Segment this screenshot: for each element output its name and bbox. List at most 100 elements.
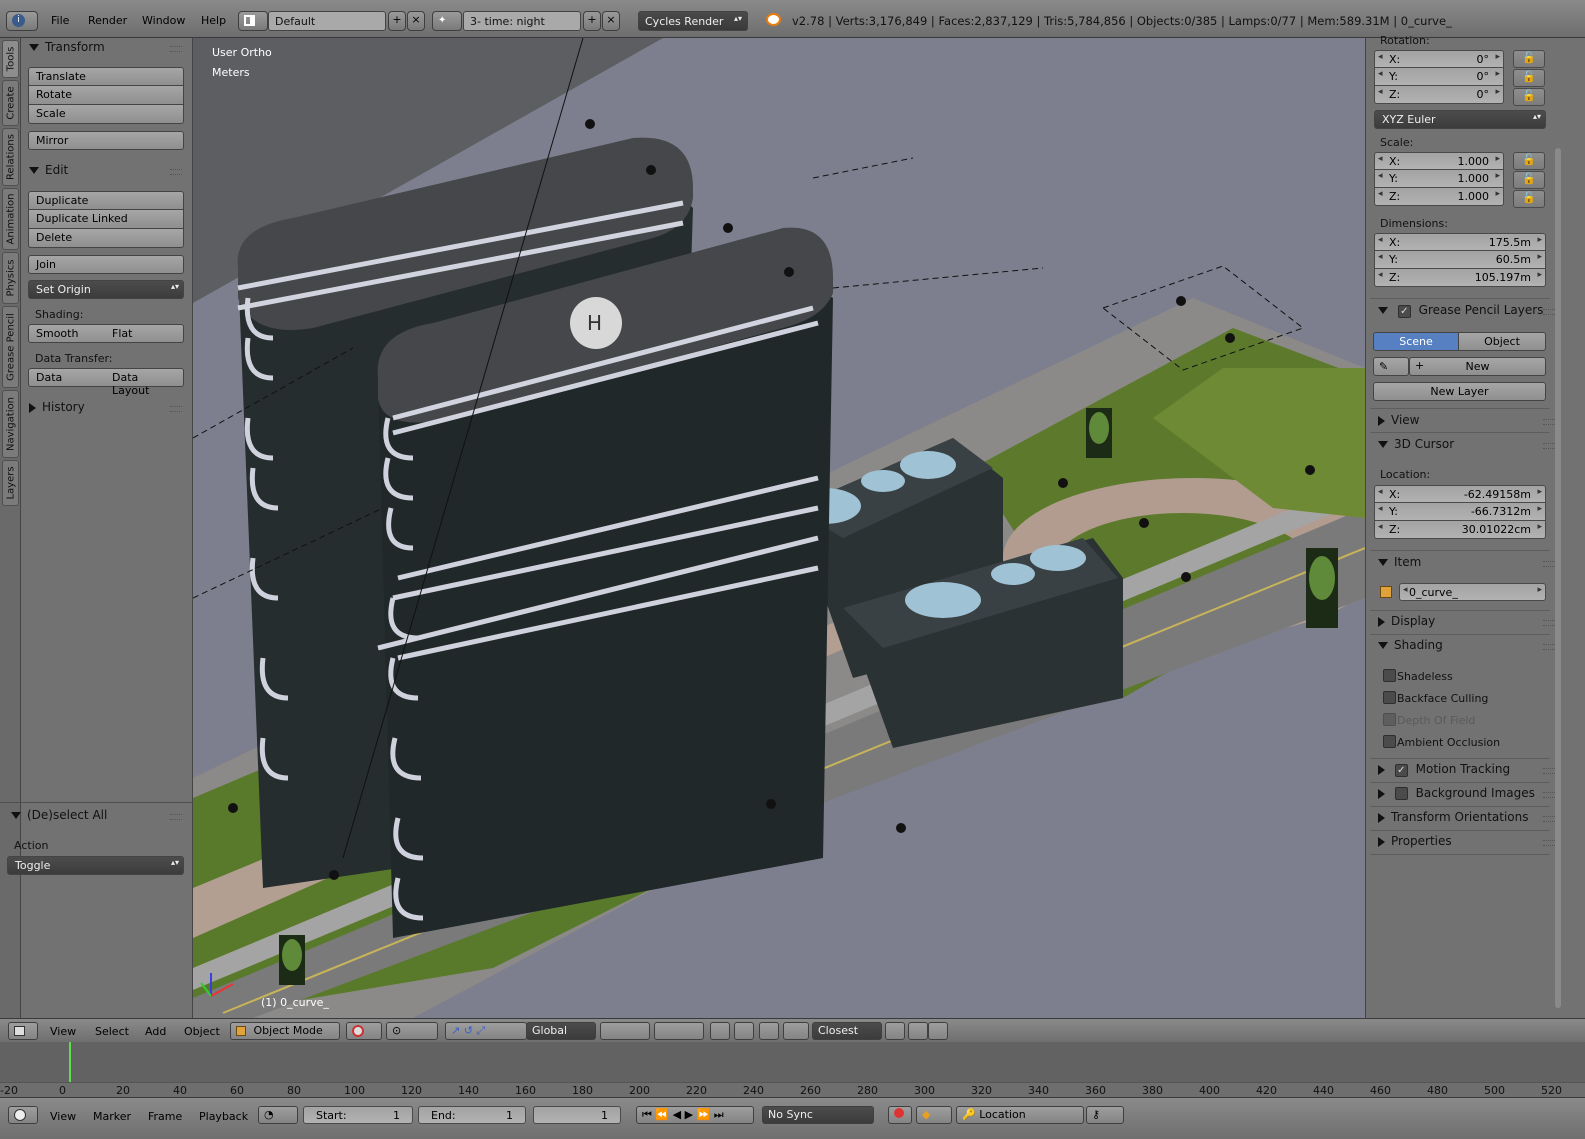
drag-grip-icon[interactable] [1543,768,1555,774]
scale-x-field[interactable]: X: 1.000 [1374,152,1504,170]
panel-item-header[interactable]: Item [1378,555,1421,569]
rotation-x-field[interactable]: X: 0° [1374,50,1504,68]
gp-browse-button[interactable]: ✎ [1373,357,1409,376]
drag-grip-icon[interactable] [170,406,182,412]
join-button[interactable]: Join [28,255,184,274]
editor-type-button[interactable]: i [6,11,38,31]
drag-grip-icon[interactable] [1543,443,1555,449]
menu-window[interactable]: Window [142,14,185,27]
shade-flat-button[interactable]: Flat [105,324,184,343]
render-engine-select[interactable]: Cycles Render ▴▾ [638,11,748,31]
cursor-z-field[interactable]: Z: 30.01022cm [1374,521,1546,539]
frame-ruler[interactable]: -20 0 20 40 60 80 100 120 140 160 180 200 220 240 260 2… [0,1082,1585,1097]
data-layout-button[interactable]: Data Layout [105,368,184,397]
action-select[interactable]: Toggle ▴▾ [7,856,184,875]
panel-motion-tracking-header[interactable]: ✓ Motion Tracking [1378,762,1510,777]
rotation-z-field[interactable]: Z: 0° [1374,86,1504,104]
panel-grease-pencil-header[interactable]: ✓ Grease Pencil Layers [1378,303,1543,318]
tab-animation[interactable]: Animation [2,188,19,250]
checkbox-icon[interactable] [1394,787,1408,800]
depth-of-field-checkbox[interactable] [1383,713,1396,726]
gp-new-button[interactable]: + New [1409,357,1546,376]
tab-relations[interactable]: Relations [2,128,19,186]
menu-file[interactable]: File [51,14,69,27]
panel-3d-cursor-header[interactable]: 3D Cursor [1378,437,1454,451]
panel-transform-orientations-header[interactable]: Transform Orientations [1378,810,1529,824]
layers-grid-1[interactable] [600,1022,650,1040]
new-layer-button[interactable]: New Layer [1373,382,1546,401]
menu-view[interactable]: View [50,1025,76,1038]
sync-mode-select[interactable]: No Sync [762,1106,874,1124]
ambient-occlusion-checkbox[interactable] [1383,735,1396,748]
tab-create[interactable]: Create [2,80,19,126]
panel-properties-header[interactable]: Properties [1378,834,1452,848]
duplicate-linked-button[interactable]: Duplicate Linked [28,210,184,229]
drag-grip-icon[interactable] [170,46,182,52]
delete-button[interactable]: Delete [28,229,184,248]
shade-smooth-button[interactable]: Smooth [28,324,106,343]
pivot-select[interactable]: ⊙ [386,1022,438,1040]
menu-help[interactable]: Help [201,14,226,27]
lock-icon[interactable]: 🔓 [1513,50,1545,68]
properties-scrollbar[interactable] [1555,148,1561,1008]
scene-render[interactable]: H [193,38,1365,1018]
tab-layers[interactable]: Layers [2,460,19,506]
current-frame-field[interactable]: 1 [533,1106,621,1124]
duplicate-button[interactable]: Duplicate [28,191,184,210]
delete-layout-button[interactable]: × [407,11,425,31]
backface-culling-checkbox[interactable] [1383,691,1396,704]
viewport-shading-select[interactable] [346,1022,382,1040]
drag-grip-icon[interactable] [1543,816,1555,822]
menu-view[interactable]: View [50,1110,76,1123]
tab-navigation[interactable]: Navigation [2,390,19,458]
translate-button[interactable]: Translate [28,67,184,86]
snap-element-icon[interactable] [783,1022,809,1040]
drag-grip-icon[interactable] [1543,309,1555,315]
set-origin-select[interactable]: Set Origin ▴▾ [28,280,184,299]
scale-z-field[interactable]: Z: 1.000 [1374,188,1504,206]
menu-frame[interactable]: Frame [148,1110,182,1123]
proportional-edit-icon[interactable] [734,1022,754,1040]
cursor-y-field[interactable]: Y: -66.7312m [1374,503,1546,521]
checkbox-checked-icon[interactable]: ✓ [1394,764,1408,777]
menu-add[interactable]: Add [145,1025,166,1038]
drag-grip-icon[interactable] [1543,840,1555,846]
layers-grid-2[interactable] [654,1022,704,1040]
operator-panel-header[interactable]: (De)select All [11,808,107,822]
start-frame-field[interactable]: Start: 1 [303,1106,413,1124]
lock-icon[interactable]: 🔓 [1513,171,1545,189]
rotation-mode-select[interactable]: XYZ Euler ▴▾ [1374,110,1546,129]
menu-select[interactable]: Select [95,1025,129,1038]
insert-keyframe-button[interactable]: ⚷ [1086,1106,1124,1124]
layout-browse-button[interactable] [238,11,268,31]
layout-name-field[interactable]: Default [268,11,386,31]
lock-icon[interactable]: 🔓 [1513,88,1545,106]
drag-grip-icon[interactable] [1543,644,1555,650]
editor-type-button[interactable] [8,1022,38,1040]
drag-grip-icon[interactable] [1543,792,1555,798]
render-image-icon[interactable] [908,1022,928,1040]
dimension-z-field[interactable]: Z: 105.197m [1374,269,1546,287]
render-animation-icon[interactable] [928,1022,948,1040]
panel-shading-header[interactable]: Shading [1378,638,1443,652]
timeline-area[interactable]: -20 0 20 40 60 80 100 120 140 160 180 200 220 240 260 2… [0,1042,1585,1097]
panel-view-header[interactable]: View [1378,413,1419,427]
tab-grease-pencil[interactable]: Grease Pencil [2,306,19,388]
dimension-x-field[interactable]: X: 175.5m [1374,233,1546,251]
lock-layers-icon[interactable] [710,1022,730,1040]
lock-icon[interactable]: 🔓 [1513,69,1545,87]
scene-name-field[interactable]: 3- time: night [463,11,581,31]
drag-grip-icon[interactable] [1543,620,1555,626]
scale-y-field[interactable]: Y: 1.000 [1374,170,1504,188]
data-transfer-button[interactable]: Data [28,368,106,387]
cursor-x-field[interactable]: X: -62.49158m [1374,485,1546,503]
lock-icon[interactable]: 🔓 [1513,152,1545,170]
drag-grip-icon[interactable] [1543,561,1555,567]
manipulator-toggles[interactable]: ↗ ↺ ⤢ [445,1022,527,1040]
tab-tools[interactable]: Tools [2,40,19,78]
menu-render[interactable]: Render [88,14,127,27]
tab-physics[interactable]: Physics [2,252,19,304]
shadeless-checkbox[interactable] [1383,669,1396,682]
editor-type-button[interactable] [8,1106,38,1124]
drag-grip-icon[interactable] [170,169,182,175]
